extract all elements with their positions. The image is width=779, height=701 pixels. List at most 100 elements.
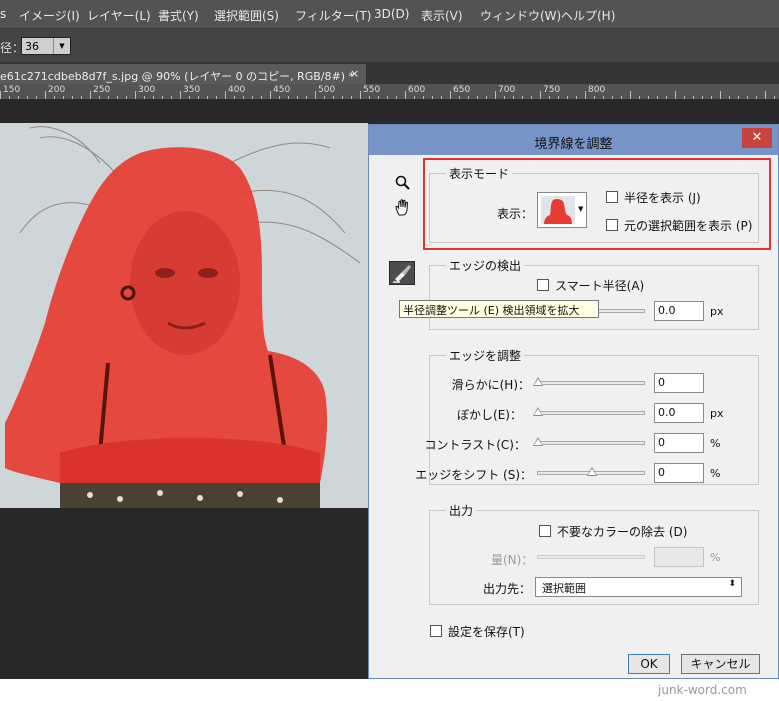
refine-edge-dialog: 境界線を調整 ✕ 表示モード 表示： ▼ 半径を表示 (J) 元の選択範囲を表示… bbox=[368, 124, 779, 679]
radius-unit: px bbox=[710, 305, 724, 318]
ruler-tick bbox=[414, 96, 415, 99]
ruler-tick bbox=[36, 96, 37, 99]
document-tab[interactable]: e61c271cdbeb8d7f_s.jpg @ 90% (レイヤー 0 のコピ… bbox=[0, 64, 366, 84]
ruler-label: 800 bbox=[588, 85, 606, 95]
adjust-row-field[interactable]: 0.0 bbox=[654, 403, 704, 423]
adjust-row-field[interactable]: 0 bbox=[654, 433, 704, 453]
brush-size-value: 36 bbox=[25, 40, 39, 53]
menu-filter[interactable]: フィルター(T) bbox=[295, 7, 371, 24]
close-tab-icon[interactable]: × bbox=[350, 67, 359, 80]
radius-field[interactable]: 0.0 bbox=[654, 301, 704, 321]
ruler-tick bbox=[531, 96, 532, 99]
decontaminate-checkbox[interactable] bbox=[539, 525, 551, 537]
ruler-tick bbox=[729, 96, 730, 99]
slider-thumb[interactable] bbox=[533, 407, 543, 416]
adjust-row-field[interactable]: 0 bbox=[654, 373, 704, 393]
show-original-checkbox[interactable] bbox=[606, 219, 618, 231]
ruler-tick bbox=[693, 96, 694, 99]
ruler-tick bbox=[657, 96, 658, 99]
ruler-tick bbox=[558, 96, 559, 99]
menu-image[interactable]: イメージ(I) bbox=[19, 7, 80, 24]
ruler-tick bbox=[288, 96, 289, 99]
ok-button[interactable]: OK bbox=[628, 654, 670, 674]
ruler-tick bbox=[297, 96, 298, 99]
ruler-tick bbox=[747, 96, 748, 99]
slider-thumb[interactable] bbox=[533, 437, 543, 446]
remember-settings-checkbox[interactable] bbox=[430, 625, 442, 637]
slider-thumb[interactable] bbox=[533, 377, 543, 386]
ruler-tick bbox=[585, 91, 586, 99]
ruler-tick bbox=[567, 96, 568, 99]
chevron-down-icon[interactable]: ▼ bbox=[578, 205, 583, 213]
ruler-tick bbox=[198, 96, 199, 99]
hand-tool-icon[interactable] bbox=[393, 198, 413, 218]
adjust-row-slider[interactable] bbox=[533, 437, 645, 446]
ruler-label: 450 bbox=[273, 85, 291, 95]
close-icon[interactable]: ✕ bbox=[742, 128, 772, 148]
adjust-row-field[interactable]: 0 bbox=[654, 463, 704, 483]
adjust-row-slider[interactable] bbox=[533, 377, 645, 386]
ruler-tick bbox=[576, 96, 577, 99]
ruler-tick bbox=[162, 96, 163, 99]
zoom-tool-icon[interactable] bbox=[395, 175, 411, 191]
ruler-tick bbox=[126, 96, 127, 99]
ruler-tick bbox=[396, 96, 397, 99]
ruler-tick bbox=[603, 96, 604, 99]
ruler-tick bbox=[738, 96, 739, 99]
menu-type[interactable]: 書式(Y) bbox=[158, 7, 199, 24]
output-to-label: 出力先： bbox=[483, 582, 532, 596]
ruler-tick bbox=[99, 96, 100, 99]
menu-help[interactable]: ヘルプ(H) bbox=[561, 7, 615, 24]
ruler-tick bbox=[702, 96, 703, 99]
refine-radius-tool-icon[interactable] bbox=[389, 261, 415, 285]
ruler-tick bbox=[72, 96, 73, 99]
view-thumbnail bbox=[541, 196, 575, 224]
output-to-select[interactable]: 選択範囲 ⬍ bbox=[535, 577, 742, 597]
ruler-label: 300 bbox=[138, 85, 156, 95]
brush-size-dropdown[interactable]: 36 ▼ bbox=[21, 37, 71, 55]
menu-3d[interactable]: 3D(D) bbox=[374, 7, 409, 21]
ruler-label: 500 bbox=[318, 85, 336, 95]
show-radius-checkbox[interactable] bbox=[606, 191, 618, 203]
photo-canvas[interactable] bbox=[0, 123, 368, 508]
chevron-down-icon[interactable]: ▼ bbox=[53, 38, 70, 54]
ruler-tick bbox=[306, 96, 307, 99]
menu-window[interactable]: ウィンドウ(W) bbox=[480, 7, 561, 24]
ruler-tick bbox=[774, 96, 775, 99]
ruler-tick bbox=[54, 96, 55, 99]
ruler-tick bbox=[153, 96, 154, 99]
view-mode-picker[interactable]: ▼ bbox=[537, 192, 587, 228]
ruler-tick bbox=[711, 96, 712, 99]
adjust-row-slider[interactable] bbox=[537, 467, 645, 476]
ruler-label: 600 bbox=[408, 85, 426, 95]
slider-thumb[interactable] bbox=[587, 467, 597, 476]
menu-select[interactable]: 選択範囲(S) bbox=[214, 7, 279, 24]
ruler-tick bbox=[324, 96, 325, 99]
document-tab-bar: e61c271cdbeb8d7f_s.jpg @ 90% (レイヤー 0 のコピ… bbox=[0, 62, 779, 84]
ruler-tick bbox=[441, 96, 442, 99]
ruler-tick bbox=[360, 91, 361, 99]
ruler-label: 350 bbox=[183, 85, 201, 95]
menu-layer[interactable]: レイヤー(L) bbox=[87, 7, 151, 24]
ruler-tick bbox=[594, 96, 595, 99]
ruler-tick bbox=[450, 91, 451, 99]
smart-radius-label: スマート半径(A) bbox=[555, 279, 645, 293]
menu-view[interactable]: 表示(V) bbox=[421, 7, 463, 24]
photo-image bbox=[0, 123, 368, 508]
amount-unit: % bbox=[710, 551, 721, 564]
edge-detection-group bbox=[429, 265, 759, 330]
dialog-titlebar[interactable]: 境界線を調整 ✕ bbox=[369, 125, 778, 155]
ruler-tick bbox=[171, 96, 172, 99]
ruler-tick bbox=[387, 96, 388, 99]
ruler-tick bbox=[144, 96, 145, 99]
ruler-tick bbox=[18, 96, 19, 99]
ruler-tick bbox=[540, 91, 541, 99]
ruler-tick bbox=[639, 96, 640, 99]
ruler-tick bbox=[216, 96, 217, 99]
smart-radius-checkbox[interactable] bbox=[537, 279, 549, 291]
ruler-tick bbox=[486, 96, 487, 99]
adjust-row-slider[interactable] bbox=[533, 407, 645, 416]
ruler-tick bbox=[45, 91, 46, 99]
ruler-tick bbox=[648, 96, 649, 99]
cancel-button[interactable]: キャンセル bbox=[681, 654, 760, 674]
